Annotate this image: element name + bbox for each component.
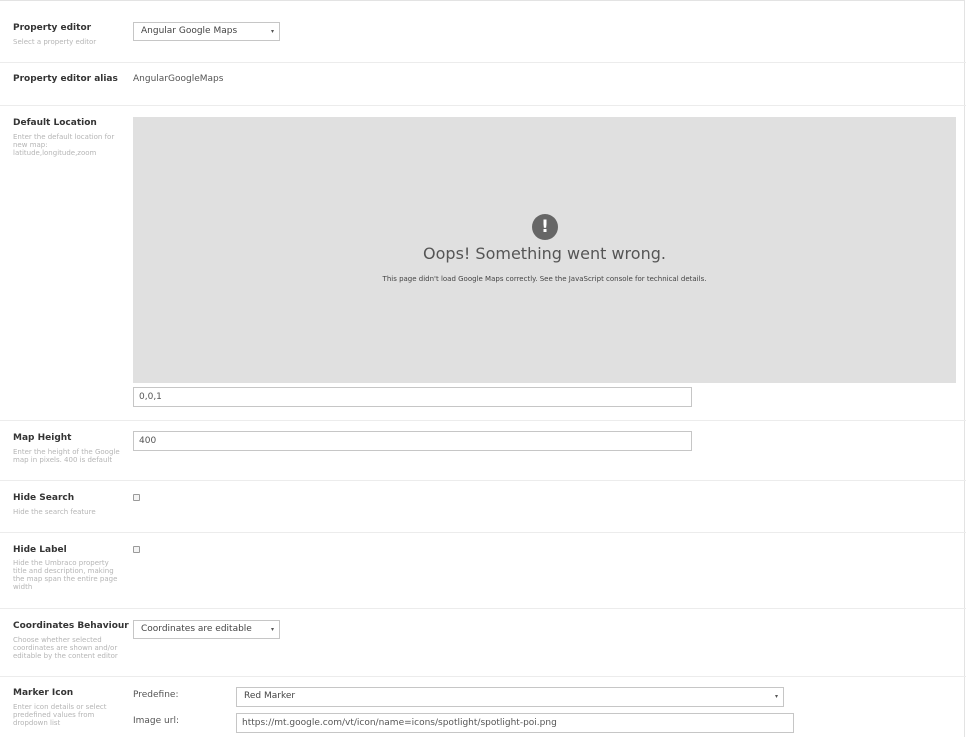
property-editor-row: Property editor Select a property editor… [0, 0, 966, 63]
hide-label-checkbox[interactable] [133, 546, 140, 553]
map-height-row: Map Height Enter the height of the Googl… [0, 421, 966, 481]
image-url-input[interactable]: https://mt.google.com/vt/icon/name=icons… [236, 713, 794, 733]
predefine-label: Predefine: [133, 690, 179, 700]
coordinates-behaviour-select[interactable]: Coordinates are editable ▾ [133, 620, 280, 639]
chevron-down-icon: ▾ [270, 28, 274, 35]
coordinates-behaviour-row: Coordinates Behaviour Choose whether sel… [0, 609, 966, 677]
map-canvas[interactable]: ! Oops! Something went wrong. This page … [133, 117, 956, 383]
default-location-label: Default Location [13, 118, 97, 128]
marker-icon-label: Marker Icon [13, 688, 74, 698]
map-error-title: Oops! Something went wrong. [423, 244, 666, 263]
hide-search-description: Hide the search feature [13, 508, 96, 516]
image-url-label: Image url: [133, 716, 179, 726]
predefine-selected: Red Marker [244, 691, 296, 701]
hide-label-row: Hide Label Hide the Umbraco property tit… [0, 533, 966, 609]
map-height-description: Enter the height of the Google map in pi… [13, 448, 120, 464]
map-height-input[interactable]: 400 [133, 431, 692, 451]
property-editor-description: Select a property editor [13, 38, 97, 46]
property-editor-label: Property editor [13, 23, 92, 33]
hide-label-description: Hide the Umbraco property title and desc… [13, 559, 118, 591]
predefine-select[interactable]: Red Marker ▾ [236, 687, 784, 707]
property-editor-alias-row: Property editor alias AngularGoogleMaps [0, 63, 966, 106]
property-editor-selected: Angular Google Maps [141, 26, 238, 36]
map-height-label: Map Height [13, 433, 72, 443]
default-location-input[interactable]: 0,0,1 [133, 387, 692, 407]
property-editor-alias-value: AngularGoogleMaps [133, 74, 224, 84]
coordinates-behaviour-selected: Coordinates are editable [141, 624, 252, 634]
coordinates-behaviour-label: Coordinates Behaviour [13, 621, 129, 631]
marker-icon-description: Enter icon details or select predefined … [13, 703, 107, 727]
hide-search-row: Hide Search Hide the search feature [0, 481, 966, 533]
chevron-down-icon: ▾ [774, 693, 778, 700]
hide-label-label: Hide Label [13, 545, 67, 555]
hide-search-label: Hide Search [13, 493, 75, 503]
coordinates-behaviour-description: Choose whether selected coordinates are … [13, 636, 118, 660]
marker-icon-section: Marker Icon Enter icon details or select… [0, 677, 966, 738]
property-editor-select[interactable]: Angular Google Maps ▾ [133, 22, 280, 41]
map-error-message: This page didn't load Google Maps correc… [382, 275, 707, 283]
warning-icon: ! [532, 214, 558, 240]
hide-search-checkbox[interactable] [133, 494, 140, 501]
property-editor-alias-label: Property editor alias [13, 74, 118, 84]
default-location-description: Enter the default location for new map: … [13, 133, 115, 157]
chevron-down-icon: ▾ [270, 626, 274, 633]
